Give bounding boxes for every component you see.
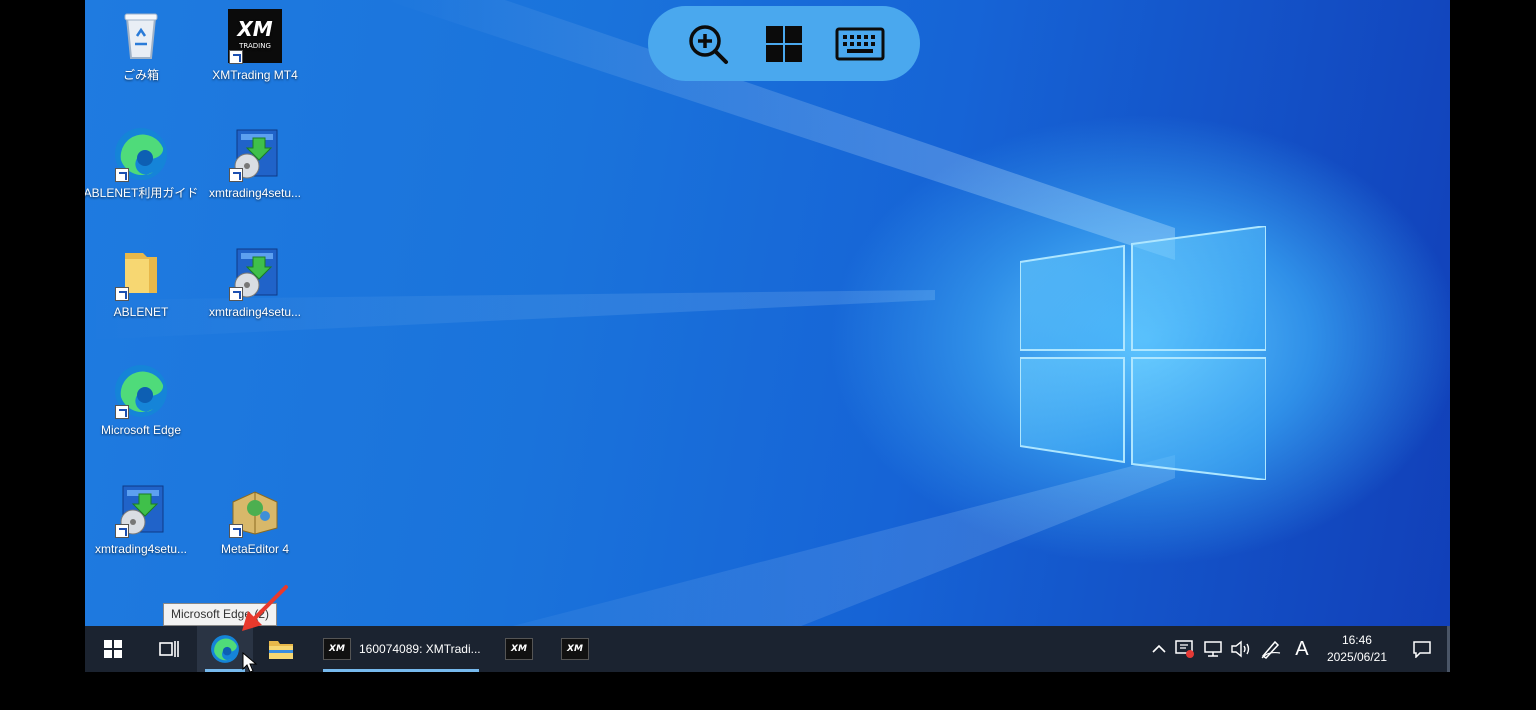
- show-desktop-strip[interactable]: [1447, 626, 1450, 672]
- notification-icon: [1413, 641, 1431, 658]
- windows-icon: [104, 640, 122, 658]
- speaker-icon: [1231, 640, 1250, 658]
- svg-text:TRADING: TRADING: [238, 42, 271, 50]
- clock-time: 16:46: [1341, 633, 1372, 647]
- folder-icon: [269, 641, 293, 659]
- desktop-icon-xmtrading-setup-1[interactable]: xmtrading4setu...: [197, 126, 313, 200]
- clock-date: 2025/06/21: [1326, 650, 1387, 664]
- desktop-icon-label: xmtrading4setu...: [208, 186, 302, 200]
- pen-icon: [1261, 640, 1281, 659]
- annotation-arrow-icon: [242, 585, 288, 631]
- taskbar-xm-app-2[interactable]: XM: [491, 626, 547, 672]
- xm-trading-icon: XM: [561, 638, 589, 660]
- show-hidden-icons-button[interactable]: [1147, 626, 1171, 672]
- xm-trading-icon: XM TRADING: [227, 8, 283, 64]
- setup-installer-icon: [227, 126, 283, 182]
- edge-icon: [113, 126, 169, 182]
- folder-icon: [113, 245, 169, 301]
- svg-text:XM: XM: [235, 17, 272, 41]
- action-center-button[interactable]: [1397, 626, 1447, 672]
- ime-mode-indicator[interactable]: A: [1287, 626, 1317, 672]
- setup-installer-icon: [227, 245, 283, 301]
- desktop-icon-recycle-bin[interactable]: ごみ箱: [85, 8, 199, 82]
- remote-control-toolbar: [648, 6, 920, 81]
- edge-icon: [113, 363, 169, 419]
- start-button[interactable]: [85, 626, 141, 672]
- windows-icon: [766, 25, 802, 62]
- security-alert-icon: [1175, 640, 1194, 658]
- windows-logo-wallpaper: [1020, 226, 1266, 480]
- keyboard-button[interactable]: [833, 17, 887, 71]
- tray-volume-button[interactable]: [1227, 626, 1255, 672]
- desktop-icon-label: MetaEditor 4: [220, 542, 290, 556]
- mouse-cursor-icon: [242, 652, 258, 673]
- desktop-icon-xmtrading-setup-3[interactable]: xmtrading4setu...: [85, 482, 199, 556]
- zoom-in-icon: [689, 24, 728, 64]
- desktop-icon-label: ごみ箱: [122, 68, 159, 82]
- tray-network-button[interactable]: [1199, 626, 1227, 672]
- desktop-icon-label: xmtrading4setu...: [94, 542, 188, 556]
- taskbar-clock[interactable]: 16:46 2025/06/21: [1317, 626, 1397, 672]
- edge-icon: [211, 635, 239, 663]
- taskbar-xm-app-3[interactable]: XM: [547, 626, 603, 672]
- desktop-icon-label: Microsoft Edge: [100, 423, 182, 437]
- metaeditor-icon: [227, 482, 283, 538]
- tray-pen-button[interactable]: [1255, 626, 1287, 672]
- chevron-up-icon: [1152, 644, 1166, 653]
- desktop-icon-ablenet-guide[interactable]: ABLENET利用ガイド: [85, 126, 199, 200]
- desktop-icon-microsoft-edge[interactable]: Microsoft Edge: [85, 363, 199, 437]
- desktop-icon-xmtrading-setup-2[interactable]: xmtrading4setu...: [197, 245, 313, 319]
- desktop-icon-label: xmtrading4setu...: [208, 305, 302, 319]
- xm-trading-icon: XM: [323, 638, 351, 660]
- task-view-button[interactable]: [141, 626, 197, 672]
- zoom-in-button[interactable]: [681, 17, 735, 71]
- desktop-icon-label: XMTrading MT4: [212, 68, 298, 82]
- start-menu-button[interactable]: [757, 17, 811, 71]
- desktop-icon-metaeditor-4[interactable]: MetaEditor 4: [197, 482, 313, 556]
- desktop-icon-label: ABLENET: [113, 305, 169, 319]
- xm-trading-icon: XM: [505, 638, 533, 660]
- network-icon: [1204, 641, 1222, 657]
- taskbar-xmtrading-window[interactable]: XM 160074089: XMTradi...: [315, 626, 487, 672]
- task-view-icon: [159, 641, 179, 657]
- desktop-icon-label: ABLENET利用ガイド: [85, 186, 199, 200]
- setup-installer-icon: [113, 482, 169, 538]
- taskbar-window-label: 160074089: XMTradi...: [359, 642, 481, 656]
- system-tray: A 16:46 2025/06/21: [1147, 626, 1450, 672]
- remote-desktop-screen[interactable]: ごみ箱 XM TRADING XMTrading MT4 ABLENET利用ガイ…: [85, 0, 1450, 672]
- recycle-bin-icon: [113, 8, 169, 64]
- tray-security-button[interactable]: [1171, 626, 1199, 672]
- desktop-icon-ablenet-folder[interactable]: ABLENET: [85, 245, 199, 319]
- keyboard-icon: [835, 27, 885, 60]
- desktop-icon-xmtrading-mt4[interactable]: XM TRADING XMTrading MT4: [197, 8, 313, 82]
